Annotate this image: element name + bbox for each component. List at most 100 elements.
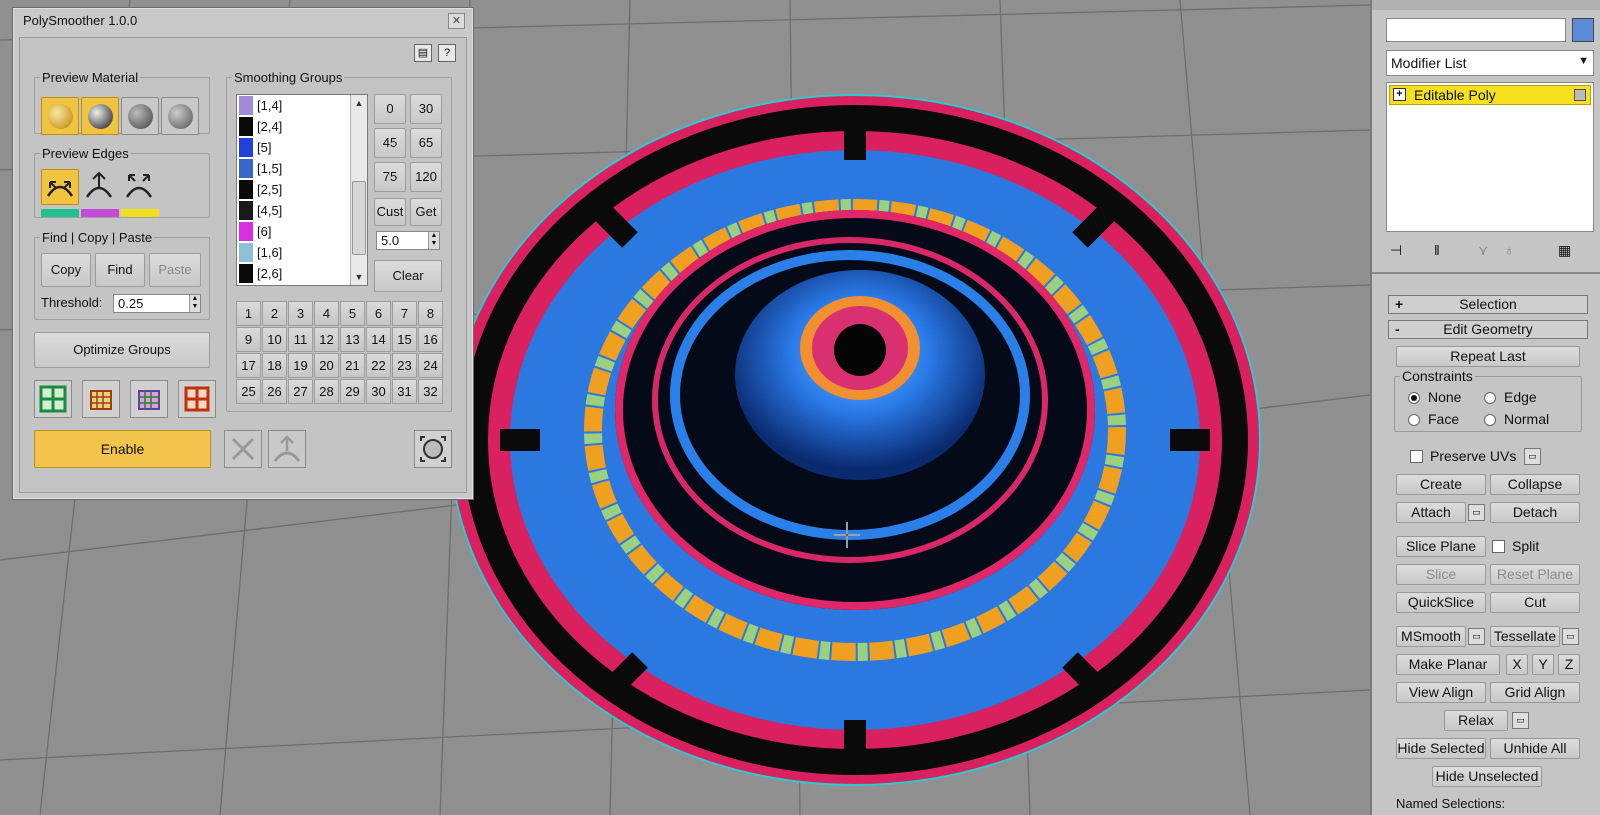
- grid-color-icon[interactable]: [130, 380, 168, 418]
- book-icon[interactable]: ▤: [414, 44, 432, 62]
- hide-unselected-button[interactable]: Hide Unselected: [1432, 766, 1542, 787]
- smoothing-group-number-button[interactable]: 31: [392, 379, 417, 404]
- detach-button[interactable]: Detach: [1490, 502, 1580, 523]
- edge-color-swatch-3[interactable]: [121, 209, 159, 217]
- smooth-sphere-icon[interactable]: [81, 97, 119, 135]
- relax-button[interactable]: Relax: [1444, 710, 1508, 731]
- constraint-face-radio[interactable]: [1408, 414, 1420, 426]
- smoothing-group-number-button[interactable]: 30: [366, 379, 391, 404]
- view-align-button[interactable]: View Align: [1396, 682, 1486, 703]
- smoothing-group-number-button[interactable]: 3: [288, 301, 313, 326]
- angle-0-button[interactable]: 0: [374, 94, 406, 124]
- angle-65-button[interactable]: 65: [410, 128, 442, 158]
- configure-sets-icon[interactable]: ▦: [1558, 242, 1571, 259]
- smoothing-group-number-button[interactable]: 15: [392, 327, 417, 352]
- smoothing-group-number-button[interactable]: 20: [314, 353, 339, 378]
- smoothing-group-number-button[interactable]: 5: [340, 301, 365, 326]
- edges-up-disabled-icon[interactable]: [268, 430, 306, 468]
- preserve-uvs-settings-icon[interactable]: ▭: [1524, 448, 1541, 465]
- smoothing-group-list-item[interactable]: [5]: [237, 137, 367, 158]
- constraint-normal-radio[interactable]: [1484, 414, 1496, 426]
- msmooth-button[interactable]: MSmooth: [1396, 626, 1466, 647]
- constraint-edge-radio[interactable]: [1484, 392, 1496, 404]
- angle-45-button[interactable]: 45: [374, 128, 406, 158]
- smoothing-group-number-button[interactable]: 18: [262, 353, 287, 378]
- angle-30-button[interactable]: 30: [410, 94, 442, 124]
- planar-x-button[interactable]: X: [1506, 654, 1528, 675]
- edges-spread-icon[interactable]: [121, 169, 159, 205]
- smoothing-group-number-button[interactable]: 25: [236, 379, 261, 404]
- angle-spinner[interactable]: 5.0 ▲ ▼: [376, 231, 440, 250]
- smoothing-group-number-button[interactable]: 7: [392, 301, 417, 326]
- smoothing-group-number-button[interactable]: 16: [418, 327, 443, 352]
- grid-orange-icon[interactable]: [82, 380, 120, 418]
- smoothing-group-number-button[interactable]: 8: [418, 301, 443, 326]
- make-unique-icon[interactable]: ⋎: [1478, 242, 1488, 259]
- edge-color-swatch-1[interactable]: [41, 209, 79, 217]
- reset-plane-button[interactable]: Reset Plane: [1490, 564, 1580, 585]
- stack-toggle-icon[interactable]: [1574, 89, 1586, 101]
- smoothing-group-number-button[interactable]: 6: [366, 301, 391, 326]
- planar-z-button[interactable]: Z: [1558, 654, 1580, 675]
- smoothing-group-number-button[interactable]: 21: [340, 353, 365, 378]
- edges-up-icon[interactable]: [81, 169, 119, 205]
- split-checkbox[interactable]: [1492, 540, 1505, 553]
- grid-align-button[interactable]: Grid Align: [1490, 682, 1580, 703]
- help-icon[interactable]: ?: [438, 44, 456, 62]
- scroll-up-icon[interactable]: ▲: [351, 95, 367, 111]
- spinner-arrows-icon[interactable]: ▲ ▼: [189, 295, 200, 312]
- slice-plane-button[interactable]: Slice Plane: [1396, 536, 1486, 557]
- show-end-result-icon[interactable]: ‖: [1434, 242, 1440, 258]
- smoothing-group-number-button[interactable]: 22: [366, 353, 391, 378]
- smoothing-group-number-button[interactable]: 27: [288, 379, 313, 404]
- panel-tabs-strip[interactable]: [1372, 0, 1600, 10]
- cut-button[interactable]: Cut: [1490, 592, 1580, 613]
- clear-button[interactable]: Clear: [374, 260, 442, 292]
- paste-button[interactable]: Paste: [149, 253, 201, 287]
- copy-button[interactable]: Copy: [41, 253, 91, 287]
- smoothing-groups-list[interactable]: [1,4] [2,4] [5] [1,5] [2,5] [4,5] [6] [1,6] [2,6…: [236, 94, 368, 286]
- cust-button[interactable]: Cust: [374, 198, 406, 226]
- expand-plus-icon[interactable]: +: [1393, 88, 1406, 101]
- angle-spinner-arrows-icon[interactable]: ▲ ▼: [428, 232, 439, 249]
- smoothing-group-number-button[interactable]: 17: [236, 353, 261, 378]
- smoothing-group-number-button[interactable]: 10: [262, 327, 287, 352]
- rollout-edit-geometry[interactable]: - Edit Geometry: [1388, 320, 1588, 339]
- smoothing-group-number-button[interactable]: 1: [236, 301, 261, 326]
- modifier-list-dropdown[interactable]: Modifier List ▼: [1386, 50, 1594, 76]
- unhide-all-button[interactable]: Unhide All: [1490, 738, 1580, 759]
- list-scrollbar[interactable]: ▲ ▼: [350, 95, 367, 285]
- constraint-none-radio[interactable]: [1408, 392, 1420, 404]
- edges-split-icon[interactable]: [41, 169, 79, 205]
- select-grid-green-icon[interactable]: [34, 380, 72, 418]
- smoothing-group-list-item[interactable]: [2,6]: [237, 263, 367, 284]
- grid-red-icon[interactable]: [178, 380, 216, 418]
- smoothing-group-number-button[interactable]: 4: [314, 301, 339, 326]
- smoothing-group-list-item[interactable]: [2,4]: [237, 116, 367, 137]
- optimize-groups-button[interactable]: Optimize Groups: [34, 332, 210, 368]
- smoothing-group-list-item[interactable]: [1,5]: [237, 158, 367, 179]
- smoothing-group-number-button[interactable]: 26: [262, 379, 287, 404]
- threshold-spinner[interactable]: 0.25 ▲ ▼: [113, 294, 201, 313]
- pin-stack-icon[interactable]: ⊣: [1390, 242, 1402, 259]
- material-list-icon[interactable]: [161, 97, 199, 135]
- angle-120-button[interactable]: 120: [410, 162, 442, 192]
- smoothing-group-number-button[interactable]: 32: [418, 379, 443, 404]
- rollout-selection[interactable]: + Selection: [1388, 295, 1588, 314]
- smoothing-group-number-button[interactable]: 24: [418, 353, 443, 378]
- quickslice-button[interactable]: QuickSlice: [1396, 592, 1486, 613]
- polysmoother-window[interactable]: PolySmoother 1.0.0 ✕ ▤ ? Preview Materia…: [12, 7, 474, 500]
- smoothing-group-list-item[interactable]: [4,5]: [237, 200, 367, 221]
- enable-button[interactable]: Enable: [34, 430, 211, 468]
- preserve-uvs-checkbox[interactable]: [1410, 450, 1423, 463]
- create-button[interactable]: Create: [1396, 474, 1486, 495]
- attach-settings-icon[interactable]: ▭: [1468, 504, 1485, 521]
- smoothing-group-number-button[interactable]: 28: [314, 379, 339, 404]
- object-color-swatch[interactable]: [1572, 18, 1594, 42]
- snapshot-icon[interactable]: [414, 430, 452, 468]
- repeat-last-button[interactable]: Repeat Last: [1396, 346, 1580, 367]
- slice-button[interactable]: Slice: [1396, 564, 1486, 585]
- smoothing-group-list-item[interactable]: [1,6]: [237, 242, 367, 263]
- smoothing-group-number-button[interactable]: 14: [366, 327, 391, 352]
- collapse-arrows-icon[interactable]: [224, 430, 262, 468]
